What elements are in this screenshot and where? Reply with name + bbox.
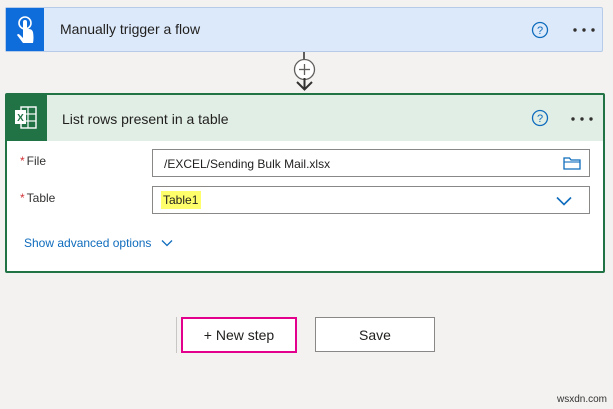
excel-icon: X <box>7 95 47 141</box>
action-header[interactable]: X List rows present in a table ? <box>7 95 603 141</box>
more-options-icon[interactable] <box>570 116 594 122</box>
svg-text:X: X <box>17 113 24 124</box>
file-label: * File <box>20 154 47 168</box>
arrow-down-icon <box>296 78 313 91</box>
svg-text:?: ? <box>537 113 543 125</box>
save-button[interactable]: Save <box>315 317 435 352</box>
table-label: * Table <box>20 191 56 205</box>
required-mark: * <box>20 191 25 205</box>
show-advanced-options-link[interactable]: Show advanced options <box>24 236 151 250</box>
touch-hand-icon <box>6 8 44 51</box>
list-rows-action-card[interactable]: X List rows present in a table ? * File /… <box>5 93 605 273</box>
watermark: wsxdn.com <box>556 394 607 405</box>
more-options-icon[interactable] <box>572 27 596 33</box>
trigger-card[interactable]: Manually trigger a flow ? <box>5 7 603 52</box>
help-icon[interactable]: ? <box>531 109 549 127</box>
folder-icon[interactable] <box>563 156 581 171</box>
chevron-down-icon[interactable] <box>161 239 173 247</box>
table-value: Table1 <box>161 191 202 209</box>
new-step-button[interactable]: + New step <box>181 317 297 353</box>
required-mark: * <box>20 154 25 168</box>
table-dropdown[interactable]: Table1 <box>152 186 590 214</box>
svg-text:?: ? <box>537 25 543 37</box>
chevron-down-icon[interactable] <box>556 196 572 206</box>
action-title: List rows present in a table <box>62 111 229 127</box>
file-value: /EXCEL/Sending Bulk Mail.xlsx <box>164 157 331 171</box>
trigger-title: Manually trigger a flow <box>60 21 201 37</box>
help-icon[interactable]: ? <box>531 21 549 39</box>
file-field[interactable]: /EXCEL/Sending Bulk Mail.xlsx <box>152 149 590 177</box>
